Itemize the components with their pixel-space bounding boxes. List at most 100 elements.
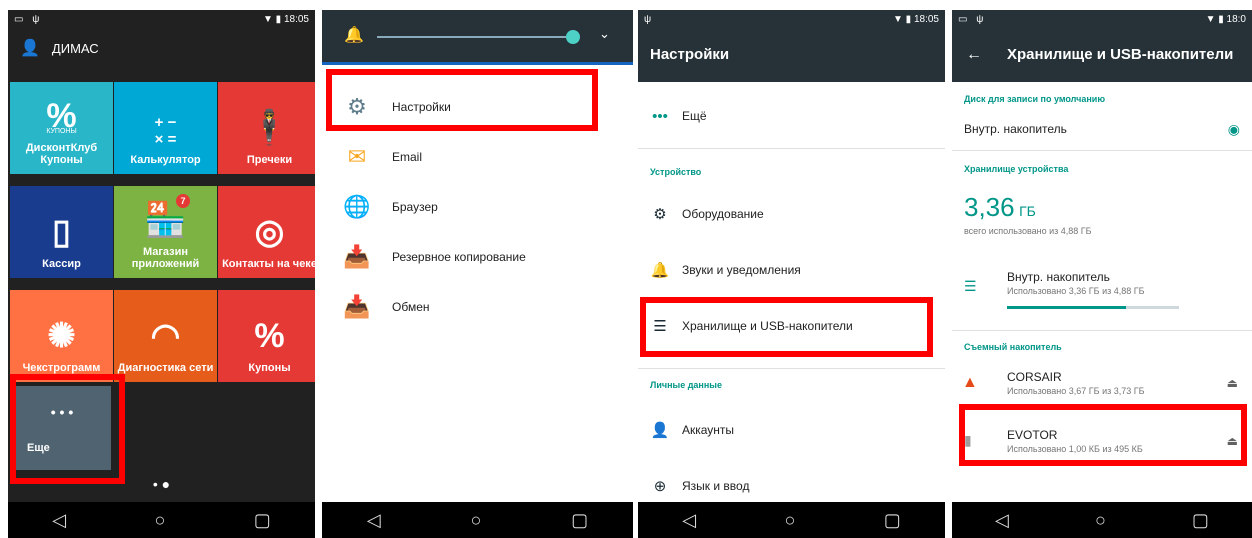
app-bar: ▭ ψ ▼ ▮ 18:0 ← Хранилище и USB-накопител…: [952, 10, 1252, 82]
chevron-down-icon[interactable]: ⌄: [599, 26, 610, 42]
home-icon[interactable]: ○: [1095, 510, 1106, 531]
status-bar: ψ ▼ ▮ 18:05: [638, 10, 945, 30]
divider: [638, 368, 945, 369]
app-bar: ψ ▼ ▮ 18:05 Настройки: [638, 10, 945, 82]
settings-item-label: Язык и ввод: [682, 479, 750, 493]
back-icon[interactable]: ◁: [367, 510, 381, 531]
app-label: Контакты на чеке: [222, 258, 315, 270]
bell-icon: 🔔: [650, 262, 670, 279]
app-tile[interactable]: 🕴 Пречеки: [218, 82, 315, 174]
user-header[interactable]: 👤 ДИМАС: [8, 30, 315, 66]
settings-item-label: Звуки и уведомления: [682, 263, 801, 277]
app-tile[interactable]: 🏪 7 Магазин приложений: [114, 186, 217, 278]
default-disk-header: Диск для записи по умолчанию: [964, 94, 1106, 104]
internal-sub: Использовано 3,36 ГБ из 4,88 ГБ: [1007, 286, 1145, 296]
app-icon: %: [254, 317, 285, 355]
home-icon[interactable]: ○: [784, 510, 795, 531]
default-disk-row[interactable]: Внутр. накопитель ◉: [952, 114, 1252, 144]
recents-icon[interactable]: ▢: [254, 510, 271, 531]
eject-icon[interactable]: ⏏: [1227, 376, 1238, 390]
bell-icon: 🔔: [344, 27, 364, 44]
recents-icon[interactable]: ▢: [571, 510, 588, 531]
used-total: всего использовано из 4,88 ГБ: [964, 226, 1092, 236]
page-title: Хранилище и USB-накопители: [1007, 46, 1234, 63]
divider: [952, 150, 1252, 151]
usage-bar-fill: [1007, 306, 1126, 309]
nav-bar: ◁ ○ ▢: [952, 502, 1252, 538]
settings-item[interactable]: ⚙ Оборудование: [638, 190, 945, 238]
recents-icon[interactable]: ▢: [884, 510, 901, 531]
globe-icon: 🌐: [343, 194, 371, 219]
status-time: 18:05: [913, 14, 939, 25]
highlight-box: [959, 404, 1247, 466]
app-tile[interactable]: ▯ Кассир: [10, 186, 113, 278]
settings-item[interactable]: 🔔 Звуки и уведомления: [638, 246, 945, 294]
status-time: 18:05: [283, 14, 309, 25]
menu-item[interactable]: 📥 Обмен: [322, 282, 633, 332]
nav-bar: ◁ ○ ▢: [638, 502, 945, 538]
radio-selected-icon[interactable]: ◉: [1228, 121, 1240, 138]
app-label: Диагностика сети: [117, 362, 214, 374]
menu-item-label: Email: [392, 150, 423, 164]
app-icon-caption: КУПОНЫ: [46, 128, 77, 135]
menu-item[interactable]: ✉ Email: [322, 132, 633, 182]
back-icon[interactable]: ◁: [995, 510, 1009, 531]
wifi-icon: ▼ ▮: [893, 14, 914, 25]
drive-sub: Использовано 3,67 ГБ из 3,73 ГБ: [1007, 386, 1145, 396]
app-label: Купоны: [248, 362, 291, 374]
recents-icon[interactable]: ▢: [1192, 510, 1209, 531]
back-icon[interactable]: ◁: [52, 510, 66, 531]
removable-header: Съемный накопитель: [964, 342, 1062, 352]
settings-item[interactable]: 👤 Аккаунты: [638, 406, 945, 454]
app-tile[interactable]: ◎ Контакты на чеке: [218, 186, 315, 278]
app-tile[interactable]: + − × = Калькулятор: [114, 82, 217, 174]
app-tile[interactable]: % Купоны: [218, 290, 315, 382]
user-name: ДИМАС: [51, 40, 99, 56]
gear-icon: ⚙: [653, 206, 667, 223]
volume-slider[interactable]: [377, 36, 577, 38]
drive-name: CORSAIR: [1007, 370, 1062, 384]
settings-item-label: Оборудование: [682, 207, 764, 221]
storage-icon: ☰: [964, 278, 977, 294]
wifi-icon: ▼ ▮: [263, 14, 284, 25]
device-storage-header: Хранилище устройства: [964, 164, 1069, 174]
more-row[interactable]: ••• Ещё: [638, 98, 945, 134]
menu-item[interactable]: 🌐 Браузер: [322, 182, 633, 232]
settings-item-label: Аккаунты: [682, 423, 735, 437]
app-label: Магазин приложений: [131, 246, 200, 270]
status-bar: ▭ ψ ▼ ▮ 18:0: [952, 10, 1252, 30]
warning-icon: ▲: [962, 374, 978, 391]
menu-item[interactable]: 📥 Резервное копирование: [322, 232, 633, 282]
quick-settings-bar: 🔔 ⌄: [322, 10, 633, 65]
app-icon: + − × =: [154, 114, 177, 148]
volume-slider-knob[interactable]: [566, 30, 580, 44]
app-tile[interactable]: ✺ Чекстрограмм: [10, 290, 113, 382]
app-label: Чекстрограмм: [22, 362, 101, 374]
app-icon: ◠: [150, 317, 181, 355]
app-icon: ▯: [52, 213, 71, 251]
email-icon: ✉: [347, 144, 367, 169]
app-tile[interactable]: % КУПОНЫ ДисконтКлуб Купоны: [10, 82, 113, 174]
app-icon: ◎: [254, 213, 285, 251]
status-icons: ▭ ψ: [14, 14, 43, 25]
menu-item-label: Обмен: [392, 300, 430, 314]
app-label: Калькулятор: [130, 154, 201, 166]
divider: [638, 148, 945, 149]
back-arrow-icon[interactable]: ←: [966, 46, 982, 64]
status-icons: ▭ ψ: [958, 14, 987, 25]
nav-bar: ◁ ○ ▢: [8, 502, 315, 538]
notification-badge: 7: [176, 194, 190, 208]
used-unit: ГБ: [1019, 203, 1036, 219]
app-label: Кассир: [42, 258, 81, 270]
internal-storage-row[interactable]: ☰ Внутр. накопитель Использовано 3,36 ГБ…: [952, 260, 1252, 320]
status-bar: ▭ ψ ▼ ▮ 18:05: [8, 10, 315, 30]
default-disk-label: Внутр. накопитель: [964, 122, 1067, 136]
home-icon[interactable]: ○: [470, 510, 481, 531]
app-tile[interactable]: ◠ Диагностика сети: [114, 290, 217, 382]
home-icon[interactable]: ○: [154, 510, 165, 531]
used-value: 3,36: [964, 192, 1015, 222]
used-summary: 3,36 ГБ: [964, 192, 1036, 223]
back-icon[interactable]: ◁: [682, 510, 696, 531]
status-icons: ψ: [644, 14, 655, 25]
section-personal: Личные данные: [650, 380, 722, 390]
